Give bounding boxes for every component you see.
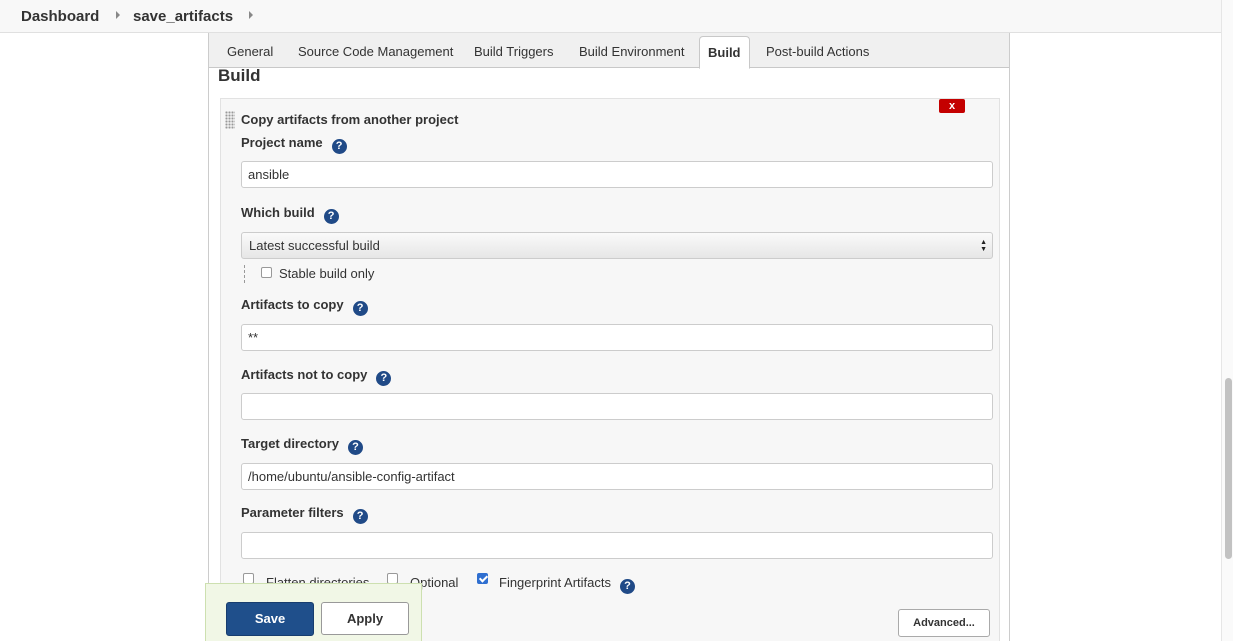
breadcrumb: Dashboard save_artifacts: [0, 0, 1221, 33]
artifacts-to-copy-label: Artifacts to copy?: [241, 297, 368, 316]
target-directory-label: Target directory?: [241, 436, 364, 455]
step-title: Copy artifacts from another project: [241, 112, 459, 127]
nested-indicator: [244, 265, 245, 283]
help-icon[interactable]: ?: [323, 209, 339, 224]
section-title: Build: [218, 66, 261, 85]
advanced-button[interactable]: Advanced...: [898, 609, 990, 637]
save-button[interactable]: Save: [226, 602, 314, 636]
help-icon[interactable]: ?: [352, 301, 368, 316]
select-arrows-icon: ▲ ▼: [980, 239, 987, 253]
save-apply-bar: Save Apply: [205, 583, 422, 641]
fingerprint-artifacts-label: Fingerprint Artifacts?: [499, 575, 635, 594]
breadcrumb-separator-icon[interactable]: [116, 11, 120, 19]
help-icon[interactable]: ?: [376, 371, 392, 386]
artifacts-not-to-copy-label: Artifacts not to copy?: [241, 367, 392, 386]
project-name-input[interactable]: [241, 161, 993, 188]
config-panel: General Source Code Management Build Tri…: [208, 33, 1010, 641]
tab-build[interactable]: Build: [699, 36, 750, 69]
stable-build-only-checkbox[interactable]: [261, 267, 272, 278]
help-icon[interactable]: ?: [348, 440, 364, 455]
which-build-select[interactable]: Latest successful build ▲ ▼: [241, 232, 993, 259]
delete-step-button[interactable]: x: [939, 99, 965, 113]
tab-build-environment[interactable]: Build Environment: [579, 44, 685, 59]
breadcrumb-dashboard[interactable]: Dashboard: [21, 8, 99, 25]
build-step-copy-artifacts: x Copy artifacts from another project Pr…: [220, 98, 1000, 641]
fingerprint-artifacts-checkbox[interactable]: [477, 573, 488, 584]
config-tabs: General Source Code Management Build Tri…: [209, 33, 1009, 69]
help-icon[interactable]: ?: [352, 509, 368, 524]
tab-build-triggers[interactable]: Build Triggers: [474, 44, 553, 59]
drag-handle-icon[interactable]: [225, 111, 235, 129]
artifacts-not-to-copy-input[interactable]: [241, 393, 993, 420]
breadcrumb-job[interactable]: save_artifacts: [133, 8, 233, 25]
help-icon[interactable]: ?: [331, 139, 347, 154]
breadcrumb-separator-icon[interactable]: [249, 11, 253, 19]
artifacts-to-copy-input[interactable]: [241, 324, 993, 351]
parameter-filters-label: Parameter filters?: [241, 505, 368, 524]
tab-source-code-management[interactable]: Source Code Management: [298, 44, 453, 59]
which-build-label: Which build?: [241, 205, 339, 224]
stable-build-only-label: Stable build only: [279, 266, 375, 281]
apply-button[interactable]: Apply: [321, 602, 409, 635]
scrollbar-thumb[interactable]: [1225, 378, 1232, 559]
tab-post-build-actions[interactable]: Post-build Actions: [766, 44, 869, 59]
help-icon[interactable]: ?: [620, 579, 635, 594]
page-scrollbar[interactable]: [1221, 0, 1233, 641]
target-directory-input[interactable]: [241, 463, 993, 490]
parameter-filters-input[interactable]: [241, 532, 993, 559]
tab-general[interactable]: General: [227, 44, 273, 59]
project-name-label: Project name?: [241, 135, 347, 154]
